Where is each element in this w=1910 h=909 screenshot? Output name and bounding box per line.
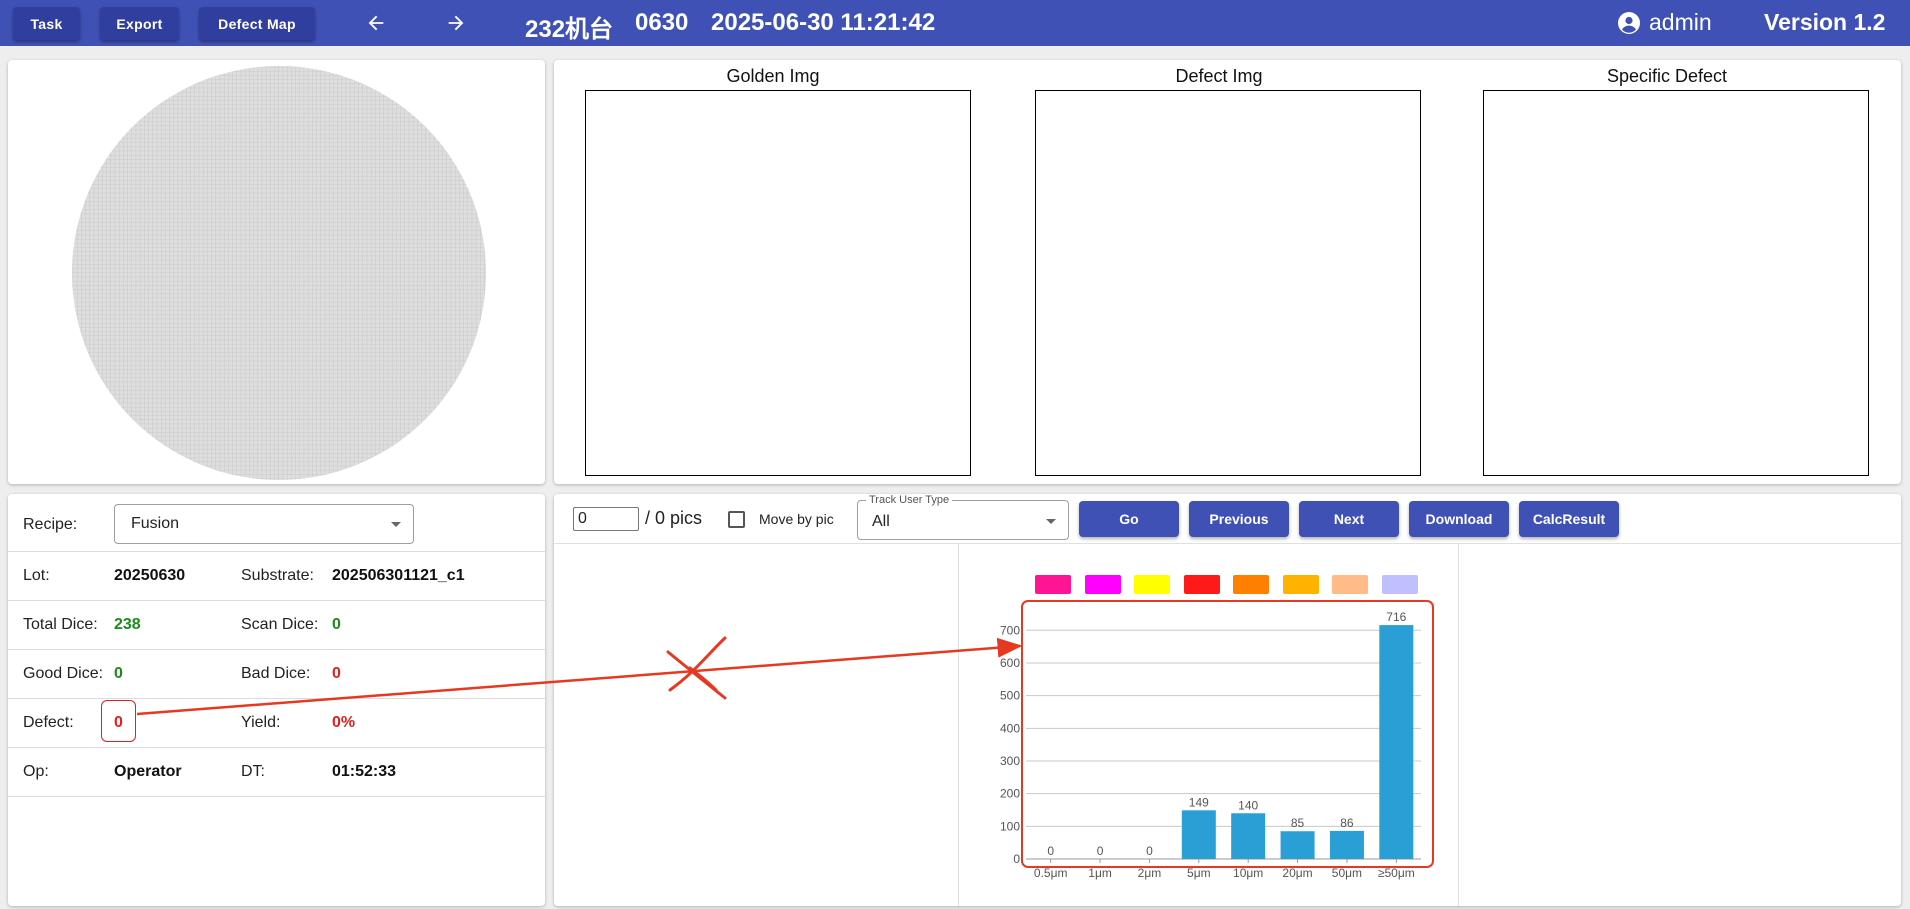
- wafer-map-panel: [8, 60, 545, 484]
- export-button[interactable]: Export: [100, 7, 179, 40]
- data-label: 716: [1386, 610, 1406, 624]
- recipe-select[interactable]: Fusion: [114, 504, 414, 544]
- y-tick-label: 400: [1000, 721, 1020, 735]
- defect-highlight-box: [101, 700, 136, 742]
- scan-dice-label: Scan Dice:: [241, 616, 319, 633]
- op-value: Operator: [114, 763, 182, 780]
- x-tick-label: ≥50μm: [1378, 866, 1415, 880]
- x-tick-label: 1μm: [1088, 866, 1112, 880]
- recipe-label: Recipe:: [23, 516, 78, 533]
- specific-defect-title: Specific Defect: [1606, 66, 1728, 86]
- dt-label: DT:: [241, 763, 265, 780]
- defect-map-button[interactable]: Defect Map: [199, 7, 315, 40]
- arrow-right-icon[interactable]: [441, 8, 471, 38]
- op-row: Op: Operator DT: 01:52:33: [8, 748, 545, 797]
- user-menu[interactable]: admin: [1617, 9, 1712, 36]
- recipe-row: Recipe: Fusion: [8, 494, 545, 552]
- defect-row: Defect: 0 Yield: 0%: [8, 699, 545, 748]
- substrate-label: Substrate:: [241, 567, 314, 584]
- substrate-value: 202506301121_c1: [332, 567, 465, 584]
- y-tick-label: 200: [1000, 787, 1020, 801]
- yield-label: Yield:: [241, 714, 281, 731]
- data-label: 0: [1097, 844, 1104, 858]
- defect-size-bar-chart: 0 100 200 300 400 500 600 700 0 0.5μm 0 1μm 0 2μm 149 5…: [1000, 610, 1421, 880]
- chart-panel: 0 / 0 pics Move by pic Track User Type A…: [554, 494, 1901, 906]
- data-label: 149: [1189, 795, 1209, 809]
- x-tick-label: 0.5μm: [1034, 866, 1068, 880]
- account-circle-icon: [1618, 11, 1640, 34]
- defect-label: Defect:: [23, 714, 74, 731]
- chevron-down-icon: [391, 522, 401, 527]
- top-bar: Task Export Defect Map 232机台 0630 2025-0…: [0, 0, 1910, 46]
- defect-img-viewer[interactable]: [1035, 90, 1421, 476]
- lot-short: 0630: [635, 9, 689, 36]
- good-bad-row: Good Dice: 0 Bad Dice: 0: [8, 650, 545, 699]
- good-dice-label: Good Dice:: [23, 665, 104, 682]
- recipe-value: Fusion: [131, 515, 180, 532]
- data-label: 140: [1238, 798, 1258, 812]
- y-tick-label: 600: [1000, 656, 1020, 670]
- arrow-left-icon[interactable]: [361, 8, 391, 38]
- bar: [1329, 830, 1364, 859]
- images-panel: Golden Img Defect Img Specific Defect: [554, 60, 1901, 484]
- machine-name: 232机台: [525, 16, 614, 43]
- x-tick-label: 50μm: [1332, 866, 1362, 880]
- bar: [1280, 831, 1315, 859]
- info-panel: Recipe: Fusion Lot: 20250630 Substrate: …: [8, 494, 545, 906]
- bad-dice-label: Bad Dice:: [241, 665, 311, 682]
- defect-img-title: Defect Img: [1175, 66, 1263, 86]
- y-tick-label: 100: [1000, 819, 1020, 833]
- dt-value: 01:52:33: [332, 763, 397, 780]
- lot-label: Lot:: [23, 567, 50, 584]
- lot-value: 20250630: [114, 567, 186, 584]
- specific-defect-viewer[interactable]: [1483, 90, 1869, 476]
- data-label: 0: [1146, 844, 1153, 858]
- bar: [1231, 813, 1266, 859]
- y-tick-label: 300: [1000, 754, 1020, 768]
- data-label: 85: [1291, 816, 1305, 830]
- data-label: 86: [1340, 816, 1354, 830]
- lot-row: Lot: 20250630 Substrate: 202506301121_c1: [8, 552, 545, 601]
- total-dice-value: 238: [114, 616, 141, 633]
- version-label: Version 1.2: [1764, 9, 1886, 35]
- x-tick-label: 20μm: [1282, 866, 1312, 880]
- y-tick-label: 700: [1000, 623, 1020, 637]
- scan-dice-value: 0: [332, 616, 341, 633]
- wafer-map[interactable]: [69, 63, 489, 483]
- op-label: Op:: [23, 763, 49, 780]
- x-tick-label: 2μm: [1138, 866, 1162, 880]
- data-label: 0: [1047, 844, 1054, 858]
- y-tick-label: 0: [1013, 852, 1020, 866]
- x-tick-label: 10μm: [1233, 866, 1263, 880]
- good-dice-value: 0: [114, 665, 123, 682]
- bar: [1181, 810, 1216, 859]
- bad-dice-value: 0: [332, 665, 341, 682]
- golden-img-viewer[interactable]: [585, 90, 971, 476]
- datetime: 2025-06-30 11:21:42: [711, 9, 936, 36]
- yield-value: 0%: [332, 714, 356, 731]
- y-tick-label: 500: [1000, 689, 1020, 703]
- user-name: admin: [1649, 9, 1712, 35]
- dice-row: Total Dice: 238 Scan Dice: 0: [8, 601, 545, 650]
- total-dice-label: Total Dice:: [23, 616, 98, 633]
- golden-img-title: Golden Img: [726, 66, 820, 86]
- x-tick-label: 5μm: [1187, 866, 1211, 880]
- bar: [1379, 625, 1414, 859]
- task-button[interactable]: Task: [13, 7, 80, 40]
